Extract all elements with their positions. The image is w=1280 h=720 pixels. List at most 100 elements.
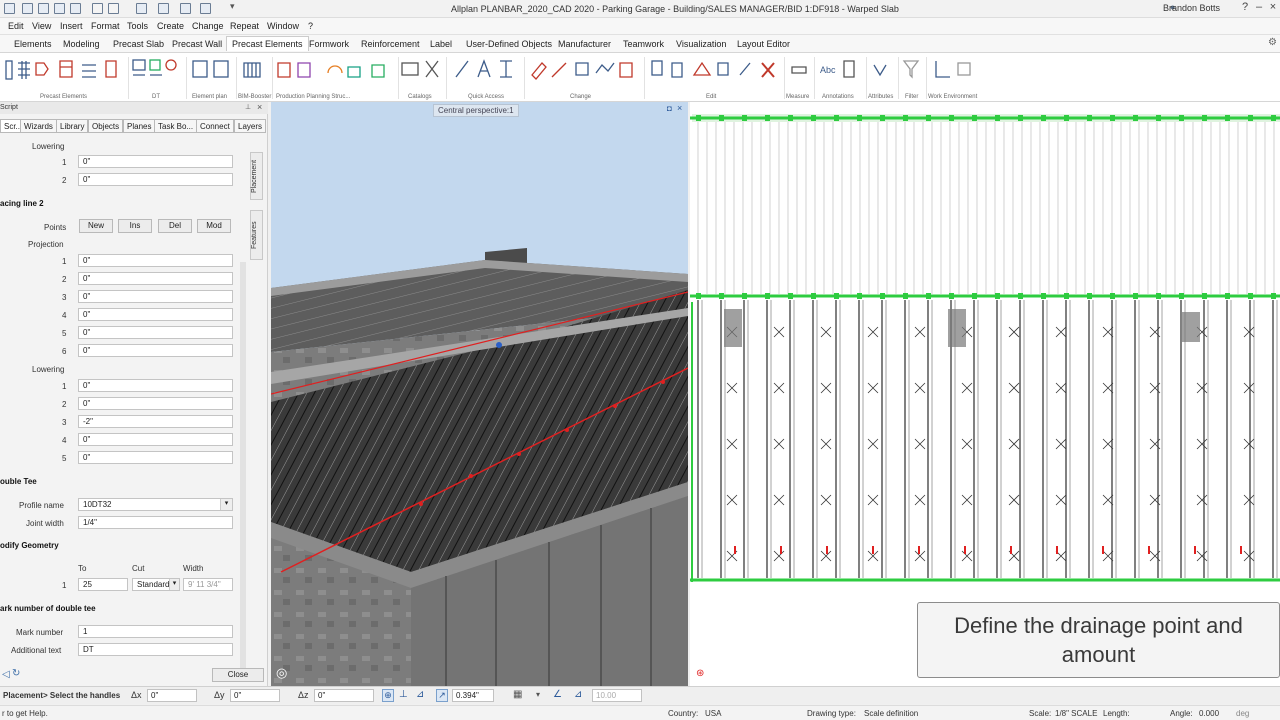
tab-label[interactable]: Label bbox=[430, 39, 452, 49]
tab-elements[interactable]: Elements bbox=[14, 39, 52, 49]
menu-edit[interactable]: Edit bbox=[8, 21, 24, 31]
tab-precast-elements[interactable]: Precast Elements bbox=[226, 36, 309, 51]
points-del-button[interactable]: Del bbox=[158, 219, 192, 233]
to-field[interactable]: 25 bbox=[78, 578, 128, 591]
profile-name-select[interactable]: 10DT32 ▾ bbox=[78, 498, 233, 511]
lowering-field[interactable]: 0" bbox=[78, 379, 233, 392]
projection-field[interactable]: 0" bbox=[78, 290, 233, 303]
tab-visualization[interactable]: Visualization bbox=[676, 39, 726, 49]
menu-window[interactable]: Window bbox=[267, 21, 299, 31]
refresh-icon[interactable]: ↻ bbox=[12, 668, 20, 679]
snap-line-icon[interactable]: ⊥ bbox=[399, 689, 408, 700]
tab-precast-slab[interactable]: Precast Slab bbox=[113, 39, 164, 49]
lowering-field[interactable]: -2" bbox=[78, 415, 233, 428]
perspective-viewport[interactable]: Central perspective:1 ◘ × ◎ bbox=[271, 102, 688, 686]
angle-value[interactable]: 0.000 bbox=[1199, 709, 1219, 718]
pin-icon[interactable]: ⊥ bbox=[245, 103, 251, 111]
menu-help[interactable]: ? bbox=[308, 21, 313, 31]
menu-tools[interactable]: Tools bbox=[127, 21, 148, 31]
projection-field[interactable]: 0" bbox=[78, 272, 233, 285]
plan-navigation-icon[interactable]: ⊛ bbox=[696, 668, 704, 679]
palette-tab-task-board[interactable]: Task Bo... bbox=[154, 119, 198, 133]
mark-number-field[interactable]: 1 bbox=[78, 625, 233, 638]
snap-point-icon[interactable]: ⊕ bbox=[382, 689, 394, 702]
tab-formwork[interactable]: Formwork bbox=[309, 39, 349, 49]
chevron-down-icon[interactable]: ▾ bbox=[220, 499, 232, 510]
print-icon[interactable] bbox=[70, 3, 81, 14]
close-icon[interactable]: × bbox=[1266, 1, 1280, 13]
angle-field[interactable]: 10.00 bbox=[592, 689, 642, 702]
menu-repeat[interactable]: Repeat bbox=[230, 21, 259, 31]
palette-scrollbar[interactable] bbox=[240, 262, 246, 682]
tab-precast-wall[interactable]: Precast Wall bbox=[172, 39, 222, 49]
tools-icon[interactable] bbox=[200, 3, 211, 14]
snap-angle-icon[interactable]: ⊿ bbox=[416, 689, 424, 700]
close-button[interactable]: Close bbox=[212, 668, 264, 682]
side-tab-features[interactable]: Features bbox=[250, 210, 263, 260]
cut-select[interactable]: Standard ▾ bbox=[132, 578, 180, 591]
points-mod-button[interactable]: Mod bbox=[197, 219, 231, 233]
menu-view[interactable]: View bbox=[32, 21, 51, 31]
plan-viewport[interactable]: ⊛ bbox=[690, 102, 1280, 686]
palette-tab-wizards[interactable]: Wizards bbox=[20, 119, 57, 133]
projection-field[interactable]: 0" bbox=[78, 344, 233, 357]
lowering-field[interactable]: 0" bbox=[78, 433, 233, 446]
tab-teamwork[interactable]: Teamwork bbox=[623, 39, 664, 49]
projection-field[interactable]: 0" bbox=[78, 254, 233, 267]
app-icon[interactable] bbox=[4, 3, 15, 14]
palette-tab-objects[interactable]: Objects bbox=[88, 119, 124, 133]
palette-tab-planes[interactable]: Planes bbox=[123, 119, 156, 133]
lowering-field[interactable]: 0" bbox=[78, 451, 233, 464]
palette-tab-layers[interactable]: Layers bbox=[234, 119, 267, 133]
scale-value[interactable]: 1/8" SCALE bbox=[1055, 709, 1097, 718]
lowering-top-field[interactable]: 0" bbox=[78, 173, 233, 186]
joint-width-field[interactable]: 1/4" bbox=[78, 516, 233, 529]
dz-field[interactable]: 0" bbox=[314, 689, 374, 702]
grid-icon[interactable]: ▦ bbox=[513, 689, 522, 700]
viewport-close-icon[interactable]: × bbox=[677, 103, 682, 113]
user-name[interactable]: Brandon Botts bbox=[1163, 3, 1220, 13]
points-new-button[interactable]: New bbox=[79, 219, 113, 233]
palette-tab-library[interactable]: Library bbox=[56, 119, 89, 133]
back-icon[interactable]: ◁ bbox=[2, 669, 10, 680]
maximize-icon[interactable]: ◘ bbox=[667, 104, 672, 113]
dx-field[interactable]: 0" bbox=[147, 689, 197, 702]
country-value[interactable]: USA bbox=[705, 709, 721, 718]
dy-field[interactable]: 0" bbox=[230, 689, 280, 702]
view-icon[interactable] bbox=[180, 3, 191, 14]
tab-manufacturer[interactable]: Manufacturer bbox=[558, 39, 611, 49]
menu-create[interactable]: Create bbox=[157, 21, 184, 31]
dropdown-icon[interactable]: ▾ bbox=[536, 690, 540, 699]
quick-access-dropdown-icon[interactable]: ▾ bbox=[230, 1, 235, 12]
redo-icon[interactable] bbox=[108, 3, 119, 14]
lowering-top-field[interactable]: 0" bbox=[78, 155, 233, 168]
tab-user-defined-objects[interactable]: User-Defined Objects bbox=[466, 39, 552, 49]
size-field[interactable]: 0.394" bbox=[452, 689, 494, 702]
lowering-field[interactable]: 0" bbox=[78, 397, 233, 410]
menu-insert[interactable]: Insert bbox=[60, 21, 83, 31]
side-tab-placement[interactable]: Placement bbox=[250, 152, 263, 200]
palette-tab-connect[interactable]: Connect bbox=[196, 119, 234, 133]
tab-modeling[interactable]: Modeling bbox=[63, 39, 100, 49]
menu-format[interactable]: Format bbox=[91, 21, 120, 31]
minimize-icon[interactable]: – bbox=[1252, 1, 1266, 13]
width-field[interactable]: 9' 11 3/4" bbox=[183, 578, 233, 591]
menu-change[interactable]: Change bbox=[192, 21, 224, 31]
projection-field[interactable]: 0" bbox=[78, 308, 233, 321]
help-icon[interactable]: ? bbox=[1238, 1, 1252, 13]
tab-reinforcement[interactable]: Reinforcement bbox=[361, 39, 420, 49]
open-icon[interactable] bbox=[38, 3, 49, 14]
angle-icon[interactable]: ∠ bbox=[553, 689, 562, 700]
projection-field[interactable]: 0" bbox=[78, 326, 233, 339]
additional-text-field[interactable]: DT bbox=[78, 643, 233, 656]
track-icon[interactable]: ↗ bbox=[436, 689, 448, 702]
layer-icon[interactable] bbox=[136, 3, 147, 14]
settings-icon[interactable] bbox=[158, 3, 169, 14]
points-ins-button[interactable]: Ins bbox=[118, 219, 152, 233]
palette-close-icon[interactable]: × bbox=[257, 102, 262, 112]
mirror-angle-icon[interactable]: ⊿ bbox=[574, 689, 582, 700]
save-icon[interactable] bbox=[54, 3, 65, 14]
undo-icon[interactable] bbox=[92, 3, 103, 14]
navigation-icon[interactable]: ◎ bbox=[276, 665, 287, 681]
tab-layout-editor[interactable]: Layout Editor bbox=[737, 39, 790, 49]
